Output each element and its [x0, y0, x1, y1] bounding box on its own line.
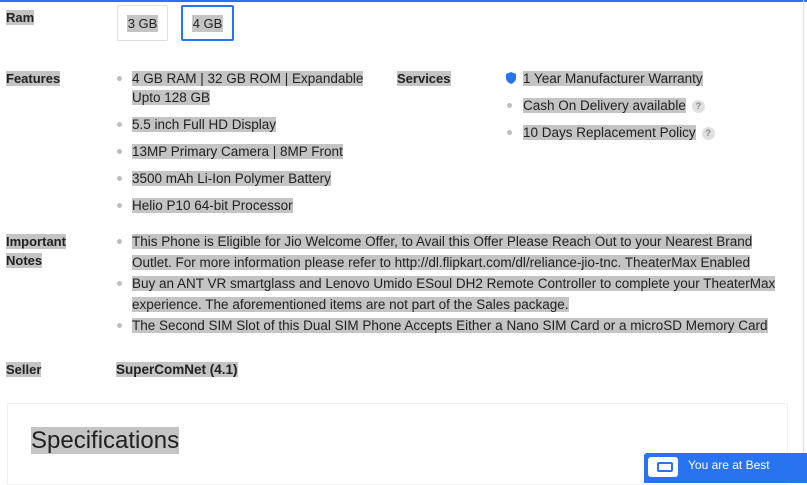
toast-text: You are at Best — [688, 458, 770, 472]
note-item: This Phone is Eligible for Jio Welcome O… — [117, 231, 789, 273]
right-border — [803, 0, 804, 471]
ram-option-3gb[interactable]: 3 GB — [117, 5, 168, 41]
top-accent-line — [0, 0, 807, 2]
features-label: Features — [6, 71, 61, 86]
seller-name[interactable]: SuperComNet (4.1) — [116, 360, 238, 379]
ram-option-4gb[interactable]: 4 GB — [181, 5, 234, 41]
feature-item: 5.5 inch Full HD Display — [117, 115, 367, 134]
service-cod: Cash On Delivery available? — [507, 96, 705, 115]
best-price-toast[interactable]: You are at Best — [644, 453, 807, 483]
note-item: Buy an ANT VR smartglass and Lenovo Umid… — [117, 273, 789, 315]
help-icon[interactable]: ? — [701, 127, 715, 140]
service-replacement: 10 Days Replacement Policy? — [507, 123, 715, 142]
feature-item: 4 GB RAM | 32 GB ROM | Expandable Upto 1… — [117, 69, 367, 107]
toast-icon — [648, 457, 678, 477]
services-label: Services — [397, 71, 451, 86]
note-item: The Second SIM Slot of this Dual SIM Pho… — [117, 315, 789, 336]
ram-label: Ram — [6, 10, 35, 25]
feature-item: 3500 mAh Li-Ion Polymer Battery — [117, 169, 367, 188]
service-warranty: 1 Year Manufacturer Warranty — [506, 69, 703, 88]
important-notes-label: Important Notes — [6, 234, 66, 268]
specifications-title: Specifications — [31, 427, 180, 454]
feature-item: 13MP Primary Camera | 8MP Front — [117, 142, 367, 161]
seller-label: Seller — [6, 362, 42, 377]
shield-icon — [506, 72, 516, 84]
feature-item: Helio P10 64-bit Processor — [117, 196, 367, 215]
help-icon[interactable]: ? — [691, 100, 705, 113]
